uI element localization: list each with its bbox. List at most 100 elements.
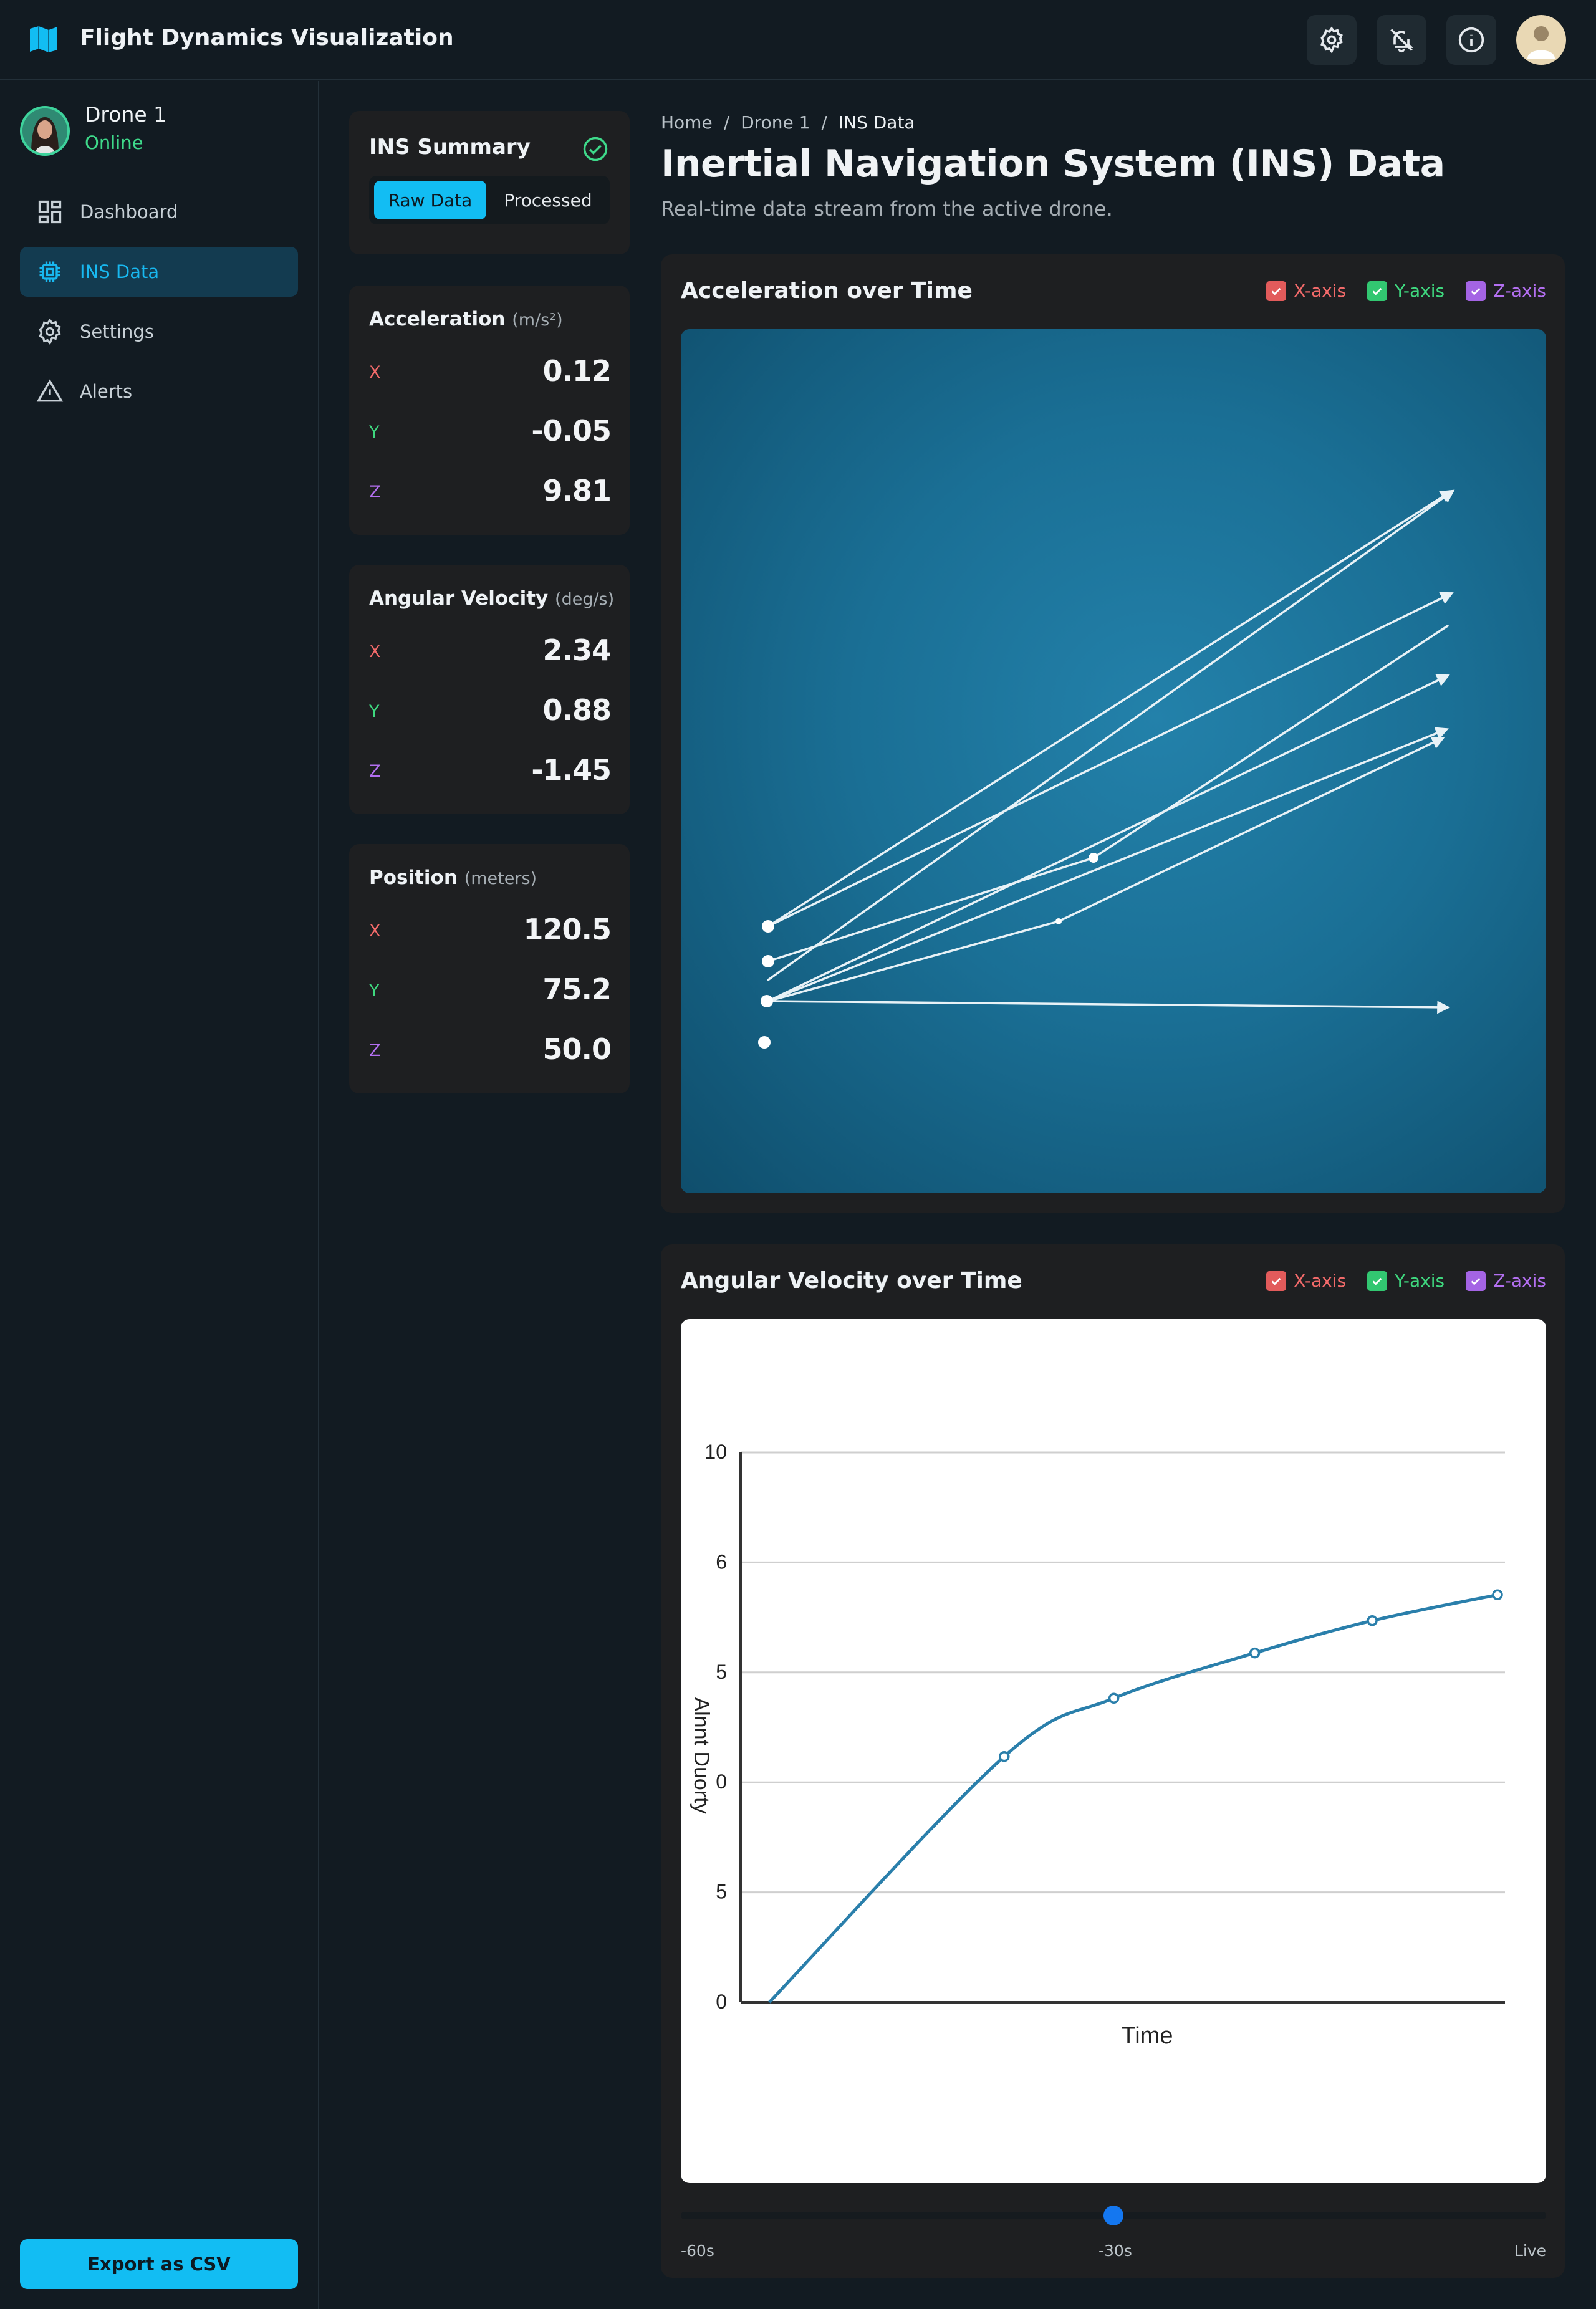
check-icon bbox=[1271, 287, 1281, 295]
pos-y-label: Y bbox=[369, 981, 380, 1001]
accel-z-label: Z bbox=[369, 482, 381, 502]
check-icon bbox=[1372, 287, 1382, 295]
data-mode-toggle: Raw Data Processed bbox=[369, 176, 610, 224]
accel-x-label: X bbox=[369, 363, 381, 382]
check-icon bbox=[1372, 1277, 1382, 1285]
checkbox-x[interactable] bbox=[1266, 1270, 1287, 1291]
accel-x-value: 0.12 bbox=[542, 354, 612, 388]
page-title: Inertial Navigation System (INS) Data bbox=[661, 142, 1445, 186]
sidebar-item-label: INS Data bbox=[80, 261, 160, 282]
timeline-mid-label: -30s bbox=[1098, 2242, 1132, 2260]
checkbox-y[interactable] bbox=[1367, 1270, 1388, 1291]
breadcrumb-drone[interactable]: Drone 1 bbox=[741, 112, 810, 133]
export-csv-button[interactable]: Export as CSV bbox=[20, 2239, 298, 2289]
angvel-z-value: -1.45 bbox=[531, 753, 612, 787]
ins-summary-title: INS Summary bbox=[369, 135, 531, 160]
chart-legend: X-axis Y-axis Z-axis bbox=[1266, 281, 1546, 301]
notifications-button[interactable] bbox=[1377, 15, 1426, 65]
angular-velocity-label: Angular Velocity bbox=[369, 587, 549, 610]
y-axis-label: Alnnt Duorty bbox=[690, 1697, 713, 1813]
data-point bbox=[1249, 1647, 1261, 1659]
sidebar-item-ins-data[interactable]: INS Data bbox=[20, 247, 298, 297]
checkbox-z[interactable] bbox=[1466, 1270, 1486, 1291]
info-icon bbox=[1458, 27, 1484, 53]
pos-z-value: 50.0 bbox=[542, 1032, 612, 1066]
legend-y-toggle[interactable]: Y-axis bbox=[1367, 1270, 1445, 1291]
acceleration-vector-lines bbox=[758, 489, 1455, 1049]
check-icon bbox=[1271, 1277, 1281, 1285]
series-line bbox=[768, 1593, 1498, 2004]
user-avatar-icon bbox=[1527, 26, 1555, 59]
timeline-slider-thumb[interactable] bbox=[1103, 2206, 1123, 2225]
accel-y-value: -0.05 bbox=[531, 414, 612, 448]
check-circle-icon bbox=[583, 137, 608, 161]
angular-velocity-plot: 0 5 0 5 6 10 Time Alnnt Duorty bbox=[681, 1319, 1546, 2183]
angvel-z-label: Z bbox=[369, 762, 381, 781]
legend-x-toggle[interactable]: X-axis bbox=[1266, 1270, 1346, 1291]
info-button[interactable] bbox=[1446, 15, 1496, 65]
acceleration-chart-panel: Acceleration over Time X-axis Y-axis Z-a… bbox=[661, 254, 1565, 1213]
y-tick-label: 5 bbox=[716, 1661, 727, 1683]
breadcrumb: Home / Drone 1 / INS Data bbox=[661, 112, 915, 133]
sidebar-item-label: Alerts bbox=[80, 381, 133, 402]
accel-y-label: Y bbox=[369, 423, 380, 442]
checkbox-z[interactable] bbox=[1466, 281, 1486, 301]
acceleration-title: Acceleration (m/s²) bbox=[369, 308, 563, 330]
acceleration-unit: (m/s²) bbox=[512, 310, 563, 330]
chart-legend: X-axis Y-axis Z-axis bbox=[1266, 1270, 1546, 1291]
sidebar-item-label: Settings bbox=[80, 321, 154, 342]
accel-z-value: 9.81 bbox=[542, 474, 612, 507]
dashboard-icon bbox=[38, 200, 62, 224]
legend-y-toggle[interactable]: Y-axis bbox=[1367, 281, 1445, 301]
legend-z-toggle[interactable]: Z-axis bbox=[1466, 281, 1546, 301]
position-title: Position (meters) bbox=[369, 866, 537, 889]
angular-velocity-chart-title: Angular Velocity over Time bbox=[681, 1268, 1022, 1294]
angular-velocity-chart-panel: Angular Velocity over Time X-axis Y-axis… bbox=[661, 1244, 1565, 2278]
pilot-portrait-icon bbox=[22, 108, 67, 153]
data-point bbox=[1492, 1589, 1503, 1601]
drone-avatar bbox=[20, 106, 70, 156]
legend-x-label: X-axis bbox=[1294, 1270, 1347, 1291]
legend-x-toggle[interactable]: X-axis bbox=[1266, 281, 1346, 301]
raw-data-button[interactable]: Raw Data bbox=[374, 181, 486, 219]
timeline-start-label: -60s bbox=[681, 2242, 714, 2260]
legend-z-toggle[interactable]: Z-axis bbox=[1466, 1270, 1546, 1291]
processed-button[interactable]: Processed bbox=[491, 181, 605, 219]
checkbox-x[interactable] bbox=[1266, 281, 1287, 301]
page-subtitle: Real-time data stream from the active dr… bbox=[661, 197, 1113, 221]
breadcrumb-home[interactable]: Home bbox=[661, 112, 713, 133]
settings-icon bbox=[1320, 26, 1343, 54]
legend-x-label: X-axis bbox=[1294, 281, 1347, 301]
timeline-end-label: Live bbox=[1514, 2242, 1546, 2260]
angvel-y-label: Y bbox=[369, 702, 380, 721]
legend-y-label: Y-axis bbox=[1395, 1270, 1445, 1291]
angvel-x-label: X bbox=[369, 642, 381, 661]
acceleration-chart-title: Acceleration over Time bbox=[681, 278, 973, 304]
user-avatar[interactable] bbox=[1516, 15, 1566, 65]
acceleration-card: Acceleration (m/s²) X 0.12 Y -0.05 Z 9.8… bbox=[349, 286, 630, 535]
data-point bbox=[1367, 1615, 1378, 1626]
legend-z-label: Z-axis bbox=[1493, 281, 1546, 301]
top-bar: Flight Dynamics Visualization bbox=[0, 0, 1596, 80]
angular-velocity-unit: (deg/s) bbox=[555, 590, 615, 609]
ins-summary-card: INS Summary Raw Data Processed bbox=[349, 111, 630, 254]
checkbox-y[interactable] bbox=[1367, 281, 1388, 301]
acceleration-label: Acceleration bbox=[369, 308, 506, 330]
legend-z-label: Z-axis bbox=[1493, 1270, 1546, 1291]
breadcrumb-current: INS Data bbox=[838, 112, 915, 133]
y-tick-label: 0 bbox=[716, 1990, 727, 2013]
position-label: Position bbox=[369, 866, 458, 889]
map-logo-icon bbox=[30, 26, 57, 52]
y-tick-label: 6 bbox=[716, 1550, 727, 1573]
sidebar-item-alerts[interactable]: Alerts bbox=[20, 367, 298, 416]
y-tick-label: 10 bbox=[704, 1441, 727, 1463]
app-title: Flight Dynamics Visualization bbox=[80, 25, 454, 50]
y-tick-label: 5 bbox=[716, 1881, 727, 1903]
sidebar-item-dashboard[interactable]: Dashboard bbox=[20, 187, 298, 237]
angvel-y-value: 0.88 bbox=[542, 693, 612, 727]
settings-button[interactable] bbox=[1307, 15, 1357, 65]
sidebar-item-settings[interactable]: Settings bbox=[20, 307, 298, 357]
drone-name: Drone 1 bbox=[85, 102, 167, 127]
legend-y-label: Y-axis bbox=[1395, 281, 1445, 301]
drone-status: Online bbox=[85, 132, 143, 153]
